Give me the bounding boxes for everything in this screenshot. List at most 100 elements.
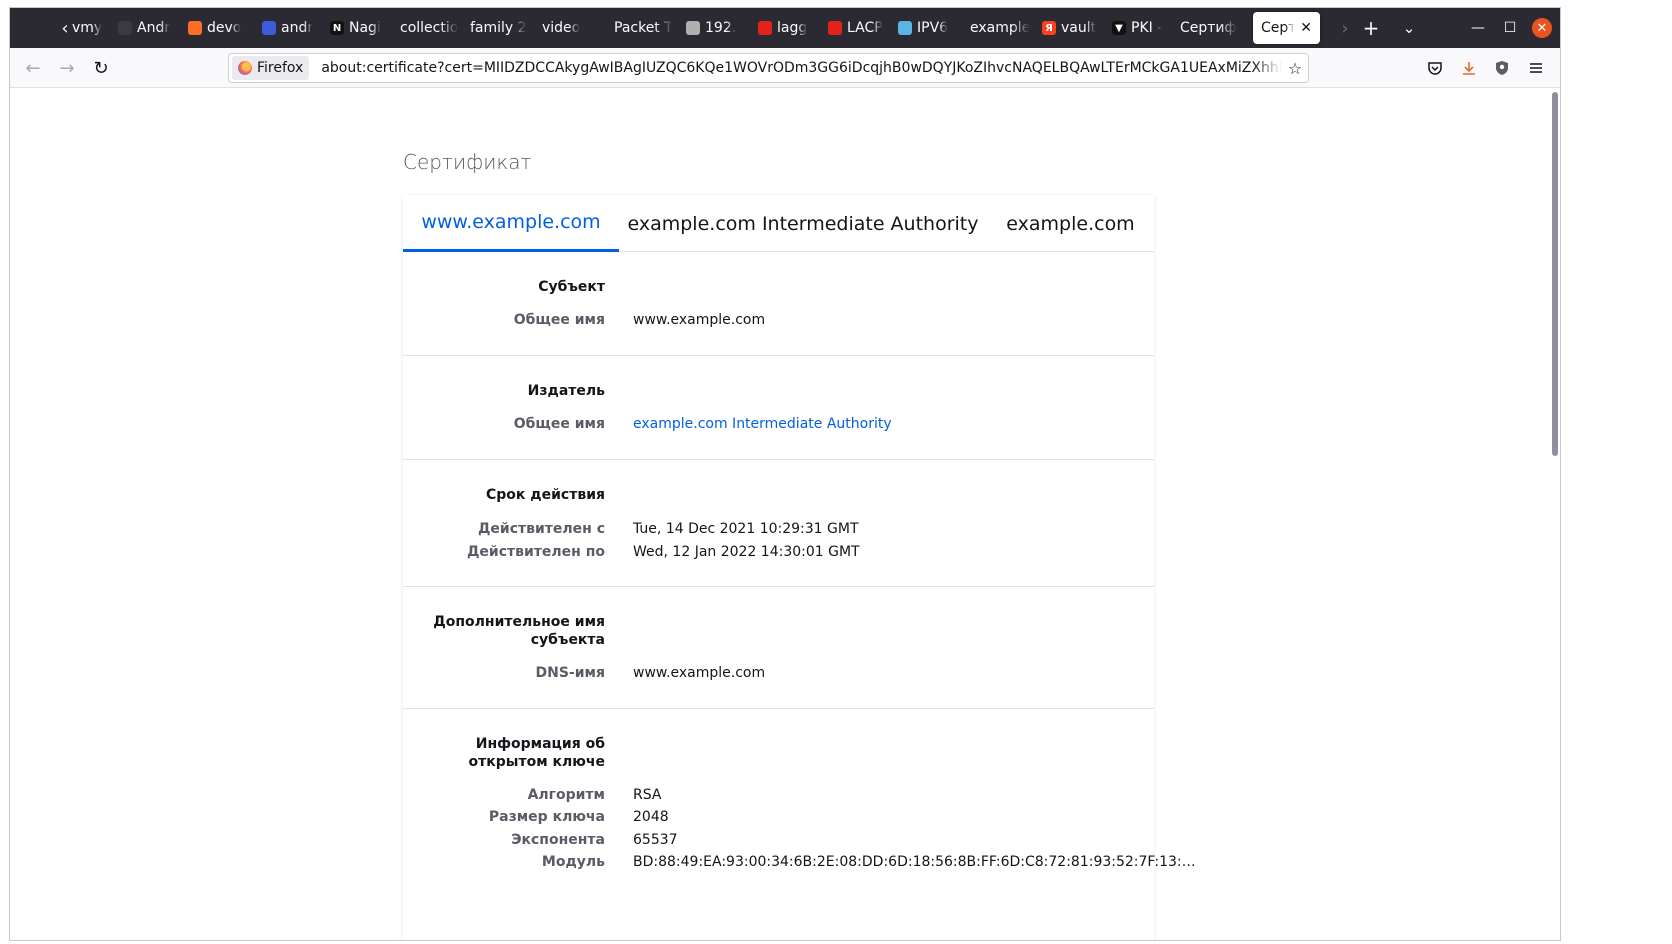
navigation-toolbar: ← → ↻ Firefox about:certificate?cert=MII…: [10, 48, 1560, 88]
algorithm-value: RSA: [633, 787, 662, 803]
close-window-button[interactable]: ✕: [1527, 8, 1557, 48]
extension-button[interactable]: [1487, 53, 1517, 83]
hamburger-menu-icon: [1530, 63, 1542, 73]
dns-name-label: DNS-имя: [535, 665, 605, 681]
not-before-label: Действителен с: [477, 521, 605, 537]
tab-item[interactable]: lagg: [758, 12, 820, 44]
tab-favicon-icon: [898, 21, 912, 35]
back-button[interactable]: ←: [18, 53, 48, 83]
not-before-value: Tue, 14 Dec 2021 10:29:31 GMT: [633, 521, 859, 537]
tab-label: Packet T: [614, 20, 673, 36]
modulus-value: BD:88:49:EA:93:00:34:6B:2E:08:DD:6D:18:5…: [633, 854, 1196, 870]
tab-leaf-certificate[interactable]: www.example.com: [403, 195, 619, 252]
section-title-line2: субъекта: [530, 632, 605, 648]
tab-label: vault: [1061, 20, 1097, 36]
page-scrollbar[interactable]: [1552, 92, 1558, 456]
pocket-button[interactable]: [1420, 53, 1450, 83]
tab-favicon-icon: Я: [1042, 21, 1056, 35]
tab-label: family 2: [470, 20, 527, 36]
tab-item[interactable]: example: [970, 12, 1032, 44]
maximize-button[interactable]: ☐: [1495, 8, 1525, 48]
tab-item[interactable]: andr: [262, 12, 322, 44]
identity-box[interactable]: Firefox: [232, 56, 310, 80]
public-key-section: Информация об открытом ключе Алгоритм RS…: [403, 709, 1196, 940]
scroll-tabs-right-button[interactable]: ›: [1332, 8, 1358, 48]
tab-label: lagg: [777, 20, 808, 36]
identity-label: Firefox: [257, 60, 304, 76]
url-text[interactable]: about:certificate?cert=MIIDZDCCAkygAwIBA…: [321, 60, 1282, 76]
tab-item[interactable]: IPV6: [898, 12, 962, 44]
bookmark-star-icon[interactable]: ☆: [1282, 59, 1308, 78]
section-title: Издатель: [527, 383, 605, 399]
tab-active[interactable]: Серти ✕: [1253, 12, 1320, 44]
tab-item[interactable]: video: [542, 12, 598, 44]
tab-favicon-icon: ▼: [1112, 21, 1126, 35]
tab-label: andr: [281, 20, 314, 36]
address-bar[interactable]: Firefox about:certificate?cert=MIIDZDCCA…: [228, 53, 1309, 83]
tab-favicon-icon: [828, 21, 842, 35]
not-after-value: Wed, 12 Jan 2022 14:30:01 GMT: [633, 544, 860, 560]
tab-label: devo: [207, 20, 242, 36]
tab-strip: ‹ vmy Andr devo andr N Nagi collectio family 2v…: [10, 8, 1560, 48]
download-icon: [1463, 62, 1475, 75]
not-after-label: Действителен по: [466, 544, 605, 560]
tab-label: vmy: [72, 20, 103, 36]
tab-label: collectio: [400, 20, 459, 36]
tab-favicon-icon: [188, 21, 202, 35]
tab-label: PKI -: [1131, 20, 1163, 36]
issuer-link[interactable]: example.com Intermediate Authority: [633, 415, 892, 433]
reload-button[interactable]: ↻: [86, 53, 116, 83]
tab-item[interactable]: 192.: [686, 12, 748, 44]
modulus-label: Модуль: [541, 854, 605, 870]
tab-favicon-icon: N: [330, 21, 344, 35]
exponent-value: 65537: [633, 832, 678, 848]
page-content: Сертификат www.example.com example.com I…: [10, 88, 1560, 940]
firefox-icon: [238, 61, 252, 75]
algorithm-label: Алгоритм: [527, 787, 605, 803]
subject-section: Субъект Общее имя www.example.com: [403, 252, 1154, 356]
section-title-line1: Информация об: [475, 736, 605, 752]
tab-root-certificate[interactable]: example.com: [987, 195, 1154, 252]
list-all-tabs-button[interactable]: ⌄: [1394, 8, 1424, 48]
tab-item[interactable]: vmy: [72, 12, 112, 44]
tab-item[interactable]: ▼ PKI -: [1112, 12, 1174, 44]
tab-item[interactable]: LACP: [828, 12, 890, 44]
minimize-button[interactable]: —: [1463, 8, 1493, 48]
issuer-section: Издатель Общее имя example.com Intermedi…: [403, 356, 1154, 460]
tab-label: LACP: [847, 20, 883, 36]
tab-favicon-icon: [686, 21, 700, 35]
section-title-line2: открытом ключе: [468, 754, 605, 770]
tab-label: Andr: [137, 20, 171, 36]
section-title-line1: Дополнительное имя: [433, 614, 605, 630]
exponent-label: Экспонента: [511, 832, 605, 848]
tab-item[interactable]: devo: [188, 12, 254, 44]
common-name-value: www.example.com: [633, 312, 766, 328]
tab-item[interactable]: collectio: [400, 12, 462, 44]
issuer-common-name-label: Общее имя: [513, 416, 605, 432]
page-title: Сертификат: [403, 150, 532, 174]
tab-label: IPV6: [917, 20, 949, 36]
tab-item[interactable]: Andr: [118, 12, 180, 44]
key-size-label: Размер ключа: [488, 809, 605, 825]
tab-item[interactable]: N Nagi: [330, 12, 392, 44]
app-menu-button[interactable]: [1521, 53, 1551, 83]
certificate-tabs: www.example.com example.com Intermediate…: [403, 195, 1154, 252]
close-tab-icon[interactable]: ✕: [1300, 20, 1312, 36]
downloads-button[interactable]: [1454, 53, 1484, 83]
tab-item[interactable]: Яvault: [1042, 12, 1104, 44]
tab-favicon-icon: [118, 21, 132, 35]
tab-label: Nagi: [349, 20, 381, 36]
tab-favicon-icon: [758, 21, 772, 35]
forward-button[interactable]: →: [52, 53, 82, 83]
tab-item[interactable]: Packet T: [614, 12, 678, 44]
certificate-card: www.example.com example.com Intermediate…: [403, 195, 1196, 940]
key-size-value: 2048: [633, 809, 669, 825]
section-title: Информация об открытом ключе: [405, 735, 605, 771]
new-tab-button[interactable]: +: [1356, 8, 1386, 48]
section-title: Субъект: [538, 279, 605, 295]
tab-item[interactable]: family 2: [470, 12, 534, 44]
pocket-icon: [1428, 62, 1442, 75]
subject-alt-name-section: Дополнительное имя субъекта DNS-имя www.…: [403, 587, 1154, 709]
tab-intermediate-certificate[interactable]: example.com Intermediate Authority: [619, 195, 987, 252]
tab-item[interactable]: Сертиф: [1180, 12, 1240, 44]
